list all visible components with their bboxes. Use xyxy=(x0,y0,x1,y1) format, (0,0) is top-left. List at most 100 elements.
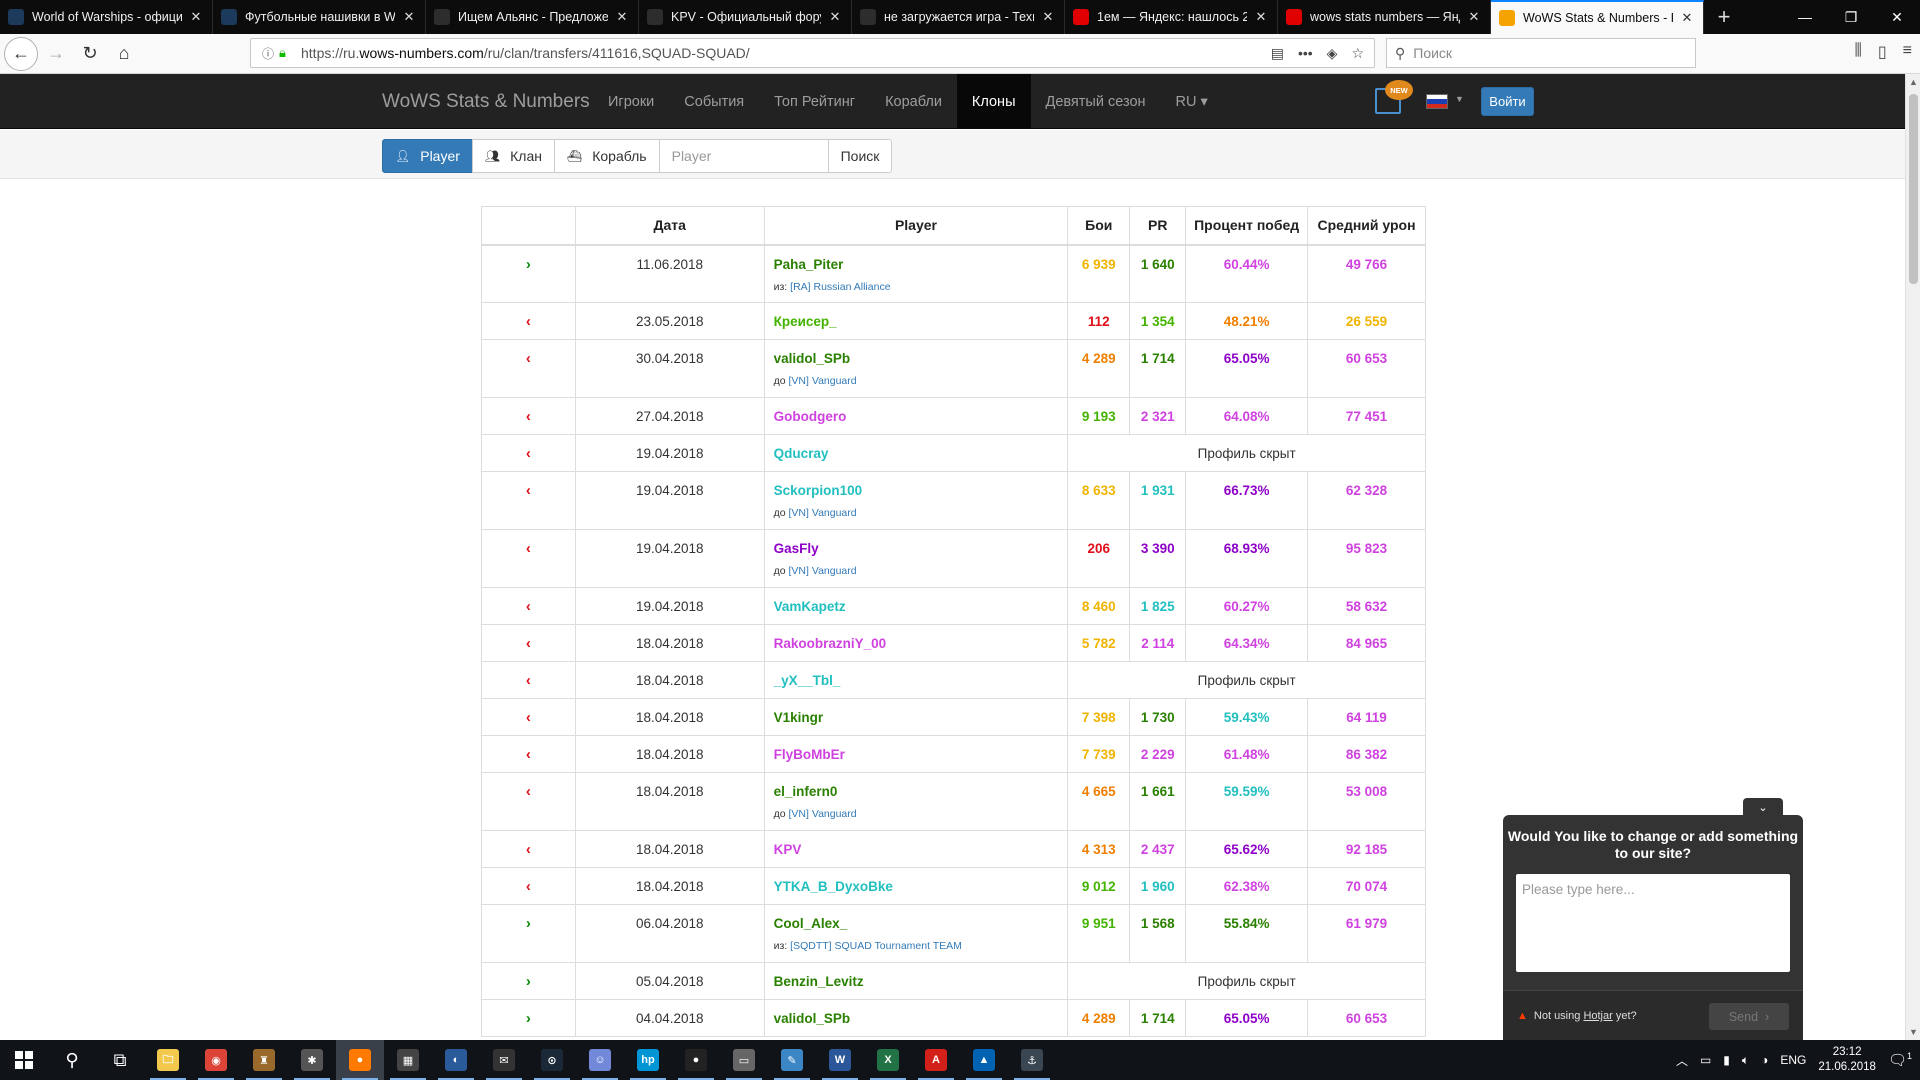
browser-search-field[interactable]: ⚲ Поиск xyxy=(1386,38,1696,68)
start-button[interactable] xyxy=(0,1040,48,1080)
browser-tab[interactable]: KPV - Официальный форум ✕ xyxy=(639,0,852,34)
library-icon[interactable]: ⫼ xyxy=(1854,42,1861,62)
nav-item[interactable]: Игроки xyxy=(593,74,669,129)
player-link[interactable]: el_infern0 xyxy=(774,784,1068,799)
player-link[interactable]: Gobodgero xyxy=(774,409,1068,424)
player-link[interactable]: validol_SPb xyxy=(774,351,1068,366)
taskbar-app[interactable]: ✎ xyxy=(768,1040,816,1080)
player-link[interactable]: Креисер_ xyxy=(774,314,1068,329)
browser-tab[interactable]: 1ем — Яндекс: нашлось 2 т ✕ xyxy=(1065,0,1278,34)
taskbar-app[interactable]: W xyxy=(816,1040,864,1080)
clan-link[interactable]: [VN] Vanguard xyxy=(789,565,857,577)
volume-icon[interactable]: 🔈︎ xyxy=(1742,1053,1749,1068)
russian-flag-icon[interactable] xyxy=(1426,94,1448,109)
minimize-icon[interactable]: — xyxy=(1782,0,1828,34)
clan-link[interactable]: [VN] Vanguard xyxy=(789,375,857,387)
clan-search-button[interactable]: 👥︎ Клан xyxy=(471,139,555,173)
player-link[interactable]: Sckorpion100 xyxy=(774,483,1068,498)
taskbar-app[interactable]: hp xyxy=(624,1040,672,1080)
scroll-down-icon[interactable]: ▼ xyxy=(1906,1027,1920,1037)
browser-tab[interactable]: World of Warships - официа ✕ xyxy=(0,0,213,34)
site-brand[interactable]: WoWS Stats & Numbers xyxy=(382,91,590,113)
clan-link[interactable]: [VN] Vanguard xyxy=(789,808,857,820)
notifications-icon[interactable]: 🗨︎1 xyxy=(1888,1051,1912,1069)
column-header[interactable]: Player xyxy=(763,206,1069,246)
browser-tab[interactable]: не загружается игра - Техн ✕ xyxy=(852,0,1065,34)
scrollbar-thumb[interactable] xyxy=(1909,94,1918,284)
column-header[interactable]: Дата xyxy=(574,206,765,246)
info-icon[interactable]: ⓘ xyxy=(257,45,279,62)
clan-link[interactable]: [SQDTT] SQUAD Tournament TEAM xyxy=(790,940,962,952)
taskbar-app[interactable]: ☺ xyxy=(576,1040,624,1080)
reader-view-icon[interactable]: ▤ xyxy=(1271,45,1284,62)
player-search-button[interactable]: 👤︎ Player xyxy=(382,139,473,173)
close-window-icon[interactable]: ✕ xyxy=(1874,0,1920,34)
player-link[interactable]: VamKapetz xyxy=(774,599,1068,614)
column-header[interactable]: PR xyxy=(1129,206,1187,246)
column-header[interactable] xyxy=(481,206,576,246)
player-link[interactable]: Paha_Piter xyxy=(774,257,1068,272)
nav-item[interactable]: Девятый сезон xyxy=(1031,74,1161,129)
search-submit-button[interactable]: Поиск xyxy=(827,139,893,173)
reload-button[interactable]: ↻ xyxy=(74,38,106,70)
restore-icon[interactable]: ❐ xyxy=(1828,0,1874,34)
page-actions-icon[interactable]: ••• xyxy=(1298,45,1313,62)
nav-item[interactable]: События xyxy=(669,74,759,129)
page-scrollbar[interactable]: ▲ ▼ xyxy=(1905,74,1920,1040)
scroll-up-icon[interactable]: ▲ xyxy=(1906,77,1920,87)
column-header[interactable]: Бои xyxy=(1067,206,1131,246)
address-bar[interactable]: ⓘ 🔒︎ https://ru.wows-numbers.com/ru/clan… xyxy=(250,38,1375,68)
browser-tab[interactable]: Футбольные нашивки в Wo ✕ xyxy=(213,0,426,34)
sidebar-icon[interactable]: ▯ xyxy=(1878,42,1887,62)
taskbar-app[interactable]: ▲ xyxy=(960,1040,1008,1080)
browser-tab[interactable]: wows stats numbers — Янде ✕ xyxy=(1278,0,1491,34)
taskbar-app[interactable]: ◉ xyxy=(192,1040,240,1080)
close-tab-icon[interactable]: ✕ xyxy=(188,9,204,25)
feedback-send-button[interactable]: Send › xyxy=(1709,1003,1789,1030)
player-link[interactable]: _yX__Tbl_ xyxy=(774,673,1068,688)
taskbar-app[interactable]: ▦ xyxy=(384,1040,432,1080)
back-button[interactable]: ← xyxy=(4,36,38,71)
feedback-textarea[interactable]: Please type here... xyxy=(1516,874,1790,972)
taskbar-app[interactable]: ⊙ xyxy=(528,1040,576,1080)
taskbar-app[interactable]: ⚓ xyxy=(1008,1040,1056,1080)
player-link[interactable]: KPV xyxy=(774,842,1068,857)
player-link[interactable]: V1kingr xyxy=(774,710,1068,725)
bookmark-star-icon[interactable]: ☆ xyxy=(1351,45,1364,62)
player-link[interactable]: Qducray xyxy=(774,446,1068,461)
clan-link[interactable]: [VN] Vanguard xyxy=(789,507,857,519)
taskbar-app[interactable]: ♜ xyxy=(240,1040,288,1080)
nav-item[interactable]: RU ▾ xyxy=(1161,74,1223,129)
language-indicator[interactable]: ENG xyxy=(1780,1053,1806,1067)
clan-link[interactable]: [RA] Russian Alliance xyxy=(790,281,890,293)
close-tab-icon[interactable]: ✕ xyxy=(614,9,630,25)
taskbar-app[interactable]: ● xyxy=(672,1040,720,1080)
nav-item[interactable]: Топ Рейтинг xyxy=(759,74,870,129)
forward-button[interactable]: → xyxy=(40,38,72,70)
close-tab-icon[interactable]: ✕ xyxy=(1466,9,1482,25)
player-link[interactable]: Cool_Alex_ xyxy=(774,916,1068,931)
taskbar-app[interactable]: 🗀 xyxy=(144,1040,192,1080)
ship-search-button[interactable]: ⛴︎ Корабль xyxy=(554,139,660,173)
network-icon[interactable]: ▮ xyxy=(1723,1053,1730,1067)
taskbar-app[interactable]: ◐ xyxy=(432,1040,480,1080)
task-view-icon[interactable]: ⧉ xyxy=(96,1040,144,1080)
new-tab-button[interactable]: + xyxy=(1704,0,1744,34)
taskbar-app[interactable]: ▭ xyxy=(720,1040,768,1080)
login-button[interactable]: Войти xyxy=(1481,87,1534,116)
player-link[interactable]: GasFly xyxy=(774,541,1068,556)
taskbar-search-icon[interactable]: ⚲ xyxy=(48,1040,96,1080)
close-tab-icon[interactable]: ✕ xyxy=(827,9,843,25)
feedback-collapse-button[interactable]: ⌄ xyxy=(1743,798,1783,816)
nav-item[interactable]: Корабли xyxy=(870,74,957,129)
browser-tab[interactable]: WoWS Stats & Numbers - RU ✕ xyxy=(1491,0,1704,34)
player-search-input[interactable]: Player xyxy=(658,139,829,173)
clock[interactable]: 23:12 21.06.2018 xyxy=(1818,1045,1876,1075)
tray-expand-icon[interactable]: ︿ xyxy=(1676,1052,1688,1069)
taskbar-app[interactable]: ● xyxy=(336,1040,384,1080)
close-tab-icon[interactable]: ✕ xyxy=(1040,9,1056,25)
taskbar-app[interactable]: ✉ xyxy=(480,1040,528,1080)
close-tab-icon[interactable]: ✕ xyxy=(1679,10,1695,26)
taskbar-app[interactable]: A xyxy=(912,1040,960,1080)
nav-item[interactable]: Клоны xyxy=(956,74,1031,129)
